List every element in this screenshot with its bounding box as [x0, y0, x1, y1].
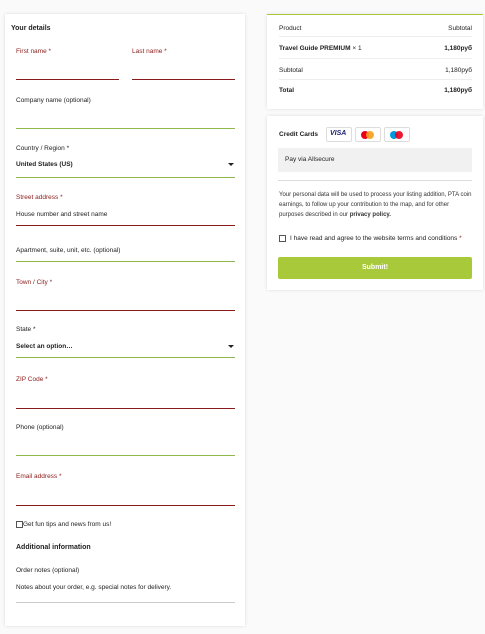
company-input[interactable] [16, 128, 235, 129]
privacy-policy-link[interactable]: privacy policy. [350, 212, 391, 218]
terms-checkbox[interactable] [279, 235, 286, 242]
payment-method-label[interactable]: Credit Cards [279, 131, 318, 138]
summary-item-name: Travel Guide PREMIUM [279, 45, 351, 52]
zip-label: ZIP Code * [16, 376, 48, 383]
phone-label: Phone (optional) [16, 424, 64, 431]
zip-input[interactable] [16, 408, 235, 409]
street-input-underline [16, 225, 235, 226]
town-label: Town / City * [16, 279, 53, 286]
summary-col-subtotal: Subtotal [448, 25, 472, 32]
country-select-underline [16, 177, 235, 178]
your-details-heading: Your details [11, 25, 51, 32]
summary-total-label: Total [279, 87, 295, 94]
order-notes-input[interactable]: Notes about your order, e.g. special not… [16, 584, 171, 591]
visa-icon: VISA [326, 127, 352, 142]
summary-divider [279, 79, 472, 80]
newsletter-checkbox[interactable] [16, 521, 23, 528]
summary-total-value: 1,180руб [444, 87, 472, 94]
street-input[interactable]: House number and street name [16, 211, 107, 218]
order-notes-underline [16, 602, 235, 603]
street-label: Street address * [16, 194, 63, 201]
last-name-input[interactable] [132, 79, 235, 80]
email-input[interactable] [16, 505, 235, 506]
terms-label: I have read and agree to the website ter… [290, 235, 462, 242]
additional-info-heading: Additional information [16, 544, 91, 551]
state-select[interactable]: Select an option… [16, 343, 73, 350]
privacy-notice: Your personal data will be used to proce… [279, 192, 472, 218]
summary-divider [279, 36, 472, 37]
summary-total-row: Total 1,180руб [279, 87, 472, 94]
maestro-icon [384, 127, 410, 142]
country-select[interactable]: United States (US) [16, 161, 73, 168]
last-name-label: Last name * [132, 48, 167, 55]
state-select-underline [16, 357, 235, 358]
summary-subtotal-row: Subtotal 1,180руб [279, 67, 472, 74]
company-label: Company name (optional) [16, 97, 91, 104]
email-label: Email address * [16, 473, 62, 480]
summary-subtotal-value: 1,180руб [445, 67, 472, 74]
apartment-input-underline [16, 261, 235, 262]
country-label: Country / Region * [16, 145, 70, 152]
summary-item-row: Travel Guide PREMIUM × 1 1,180руб [279, 45, 472, 52]
summary-item-qty: × 1 [352, 45, 362, 52]
mastercard-icon [355, 127, 381, 142]
summary-col-product: Product [279, 25, 302, 32]
payment-provider-box: Pay via Allsecure [278, 148, 472, 172]
first-name-label: First name * [16, 48, 52, 55]
billing-details-card [5, 14, 245, 626]
payment-divider [278, 180, 472, 181]
state-label: State * [16, 326, 36, 333]
submit-button[interactable]: Submit! [278, 257, 472, 279]
phone-input[interactable] [16, 455, 235, 456]
town-input[interactable] [16, 310, 235, 311]
newsletter-label: Get fun tips and news from us! [23, 521, 112, 528]
apartment-input[interactable]: Apartment, suite, unit, etc. (optional) [16, 247, 120, 254]
summary-header: Product Subtotal [279, 25, 472, 32]
summary-divider [279, 58, 472, 59]
payment-provider-text: Pay via Allsecure [285, 156, 335, 163]
order-notes-label: Order notes (optional) [16, 567, 80, 574]
summary-subtotal-label: Subtotal [279, 67, 303, 74]
first-name-input[interactable] [16, 79, 119, 80]
summary-item-price: 1,180руб [444, 45, 472, 52]
chevron-down-icon[interactable] [228, 163, 234, 166]
chevron-down-icon[interactable] [228, 345, 234, 348]
